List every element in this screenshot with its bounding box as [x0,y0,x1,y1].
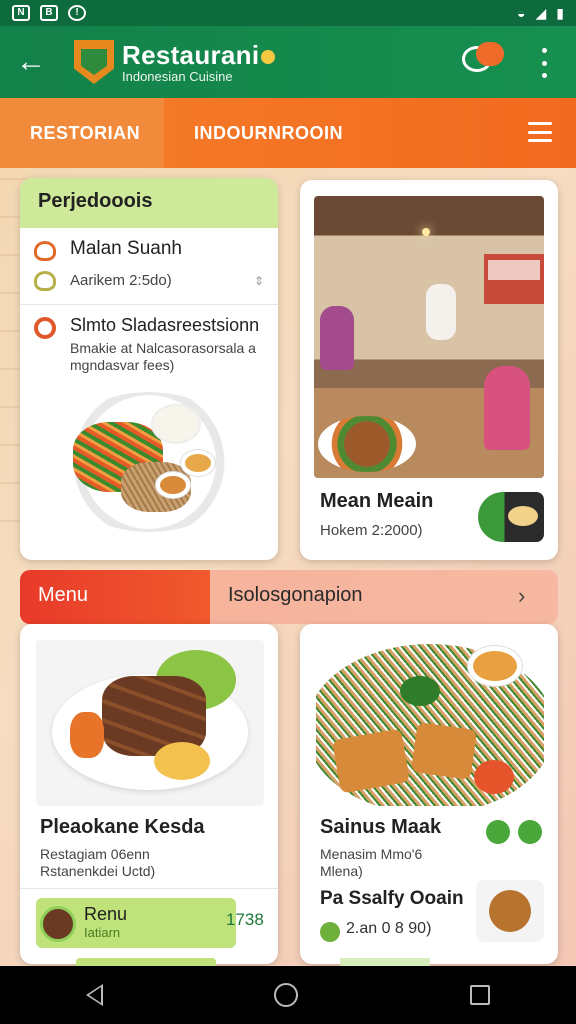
notification-icon: N [12,5,30,21]
chat-badge [476,42,504,66]
card-header: Perjedooois [20,178,278,228]
badge-icon [34,317,56,339]
status-bar: N B ! ◒ ◢ ▮ [0,0,576,26]
dish-desc-line: Menasim Mmo'6 [320,846,423,862]
list-item[interactable]: Malan Suanh [20,228,278,264]
dish-desc-line: Restagiam 06enn [40,846,150,862]
share-icon[interactable] [518,820,542,844]
item-title: Slmto Sladasreestsionn [70,315,260,335]
restaurant-card[interactable]: Mean Meain Hokem 2:2000) [300,180,558,560]
back-arrow-icon[interactable]: ← [16,47,56,77]
sort-icon: ⇕ [253,274,264,288]
dish-thumbnail[interactable] [478,492,544,542]
app-subtitle: Indonesian Cuisine [122,69,233,84]
battery-icon: ▮ [556,4,564,21]
dish-footer-button[interactable]: Renu Iatiarn [36,898,236,948]
dish-name: Sainus Maak [320,816,442,838]
dish-avatar [40,906,76,942]
dish-card[interactable]: Pleaokane Kesda Restagiam 06enn Rstanenk… [20,624,278,964]
food-plate-image [51,392,247,532]
nav-home-icon[interactable] [274,983,299,1007]
item-title: Malan Suanh [70,238,182,259]
chat-icon[interactable] [486,820,510,844]
footer-title: Renu [84,904,128,924]
notification-icon: B [40,5,58,21]
item-sub: Aarikem 2:5do) [70,272,172,289]
restaurant-photo [314,196,544,478]
restaurant-name: Mean Meain [320,490,434,512]
nav-back-icon[interactable] [85,984,103,1006]
dish-desc-line: Rstanenkdei Uctd) [40,863,156,879]
dish-desc: Menasim Mmo'6 Mlena) [320,846,422,880]
dish-card[interactable]: Sainus Maak Menasim Mmo'6 Mlena) Pa Ssal… [300,624,558,964]
dish-photo [36,640,264,806]
dish-desc: Restagiam 06enn Rstanenkdei Uctd) [40,846,155,880]
menu-label[interactable]: Menu [20,570,210,624]
footer-sub: Iatiarn [84,925,121,940]
divider [20,888,278,889]
dish-photo [316,640,544,806]
signal-icon: ◢ [535,4,547,21]
more-menu-icon[interactable] [534,48,554,78]
restaurant-hours: Hokem 2:2000) [320,522,423,539]
hamburger-menu-icon[interactable] [528,122,552,142]
system-nav-bar [0,966,576,1024]
yellow-dot-icon [261,50,276,65]
dish-desc-line: Mlena) [320,863,363,879]
dish-price: 2.an 0 8 90) [346,920,432,937]
tab-bar: RESTORIAN INDOURNROOIN [0,98,576,168]
app-title: Restaurani [122,40,276,71]
logo [74,40,114,84]
heart-icon[interactable] [34,241,56,261]
featured-list-card: Perjedooois Malan Suanh Aarikem 2:5do) ⇕… [20,178,278,560]
item-desc: Bmakie at Nalcasorasorsala a mgndasvar f… [70,340,256,373]
nav-recents-icon[interactable] [470,985,491,1005]
notification-icon: ! [68,5,86,21]
list-item[interactable]: Aarikem 2:5do) ⇕ [20,264,278,305]
dish-thumbnail[interactable] [476,880,544,942]
dish-actions [486,820,542,844]
wifi-icon: ◒ [517,5,526,21]
check-icon [320,922,340,942]
tab-indourn[interactable]: INDOURNROOIN [164,98,373,168]
menu-section-bar[interactable]: Menu Isolosgonapion › [20,570,558,624]
list-item[interactable]: Slmto Sladasreestsionn Bmakie at Nalcaso… [20,305,278,384]
section-label: Isolosgonapion [228,584,363,606]
tab-restorian[interactable]: RESTORIAN [0,98,164,168]
chevron-right-icon[interactable]: › [518,570,558,624]
dish-price: 1738 [226,910,264,929]
heart-icon[interactable] [34,271,56,291]
dish-name-secondary: Pa Ssalfy Ooain [320,888,464,909]
dish-name: Pleaokane Kesda [40,816,205,838]
